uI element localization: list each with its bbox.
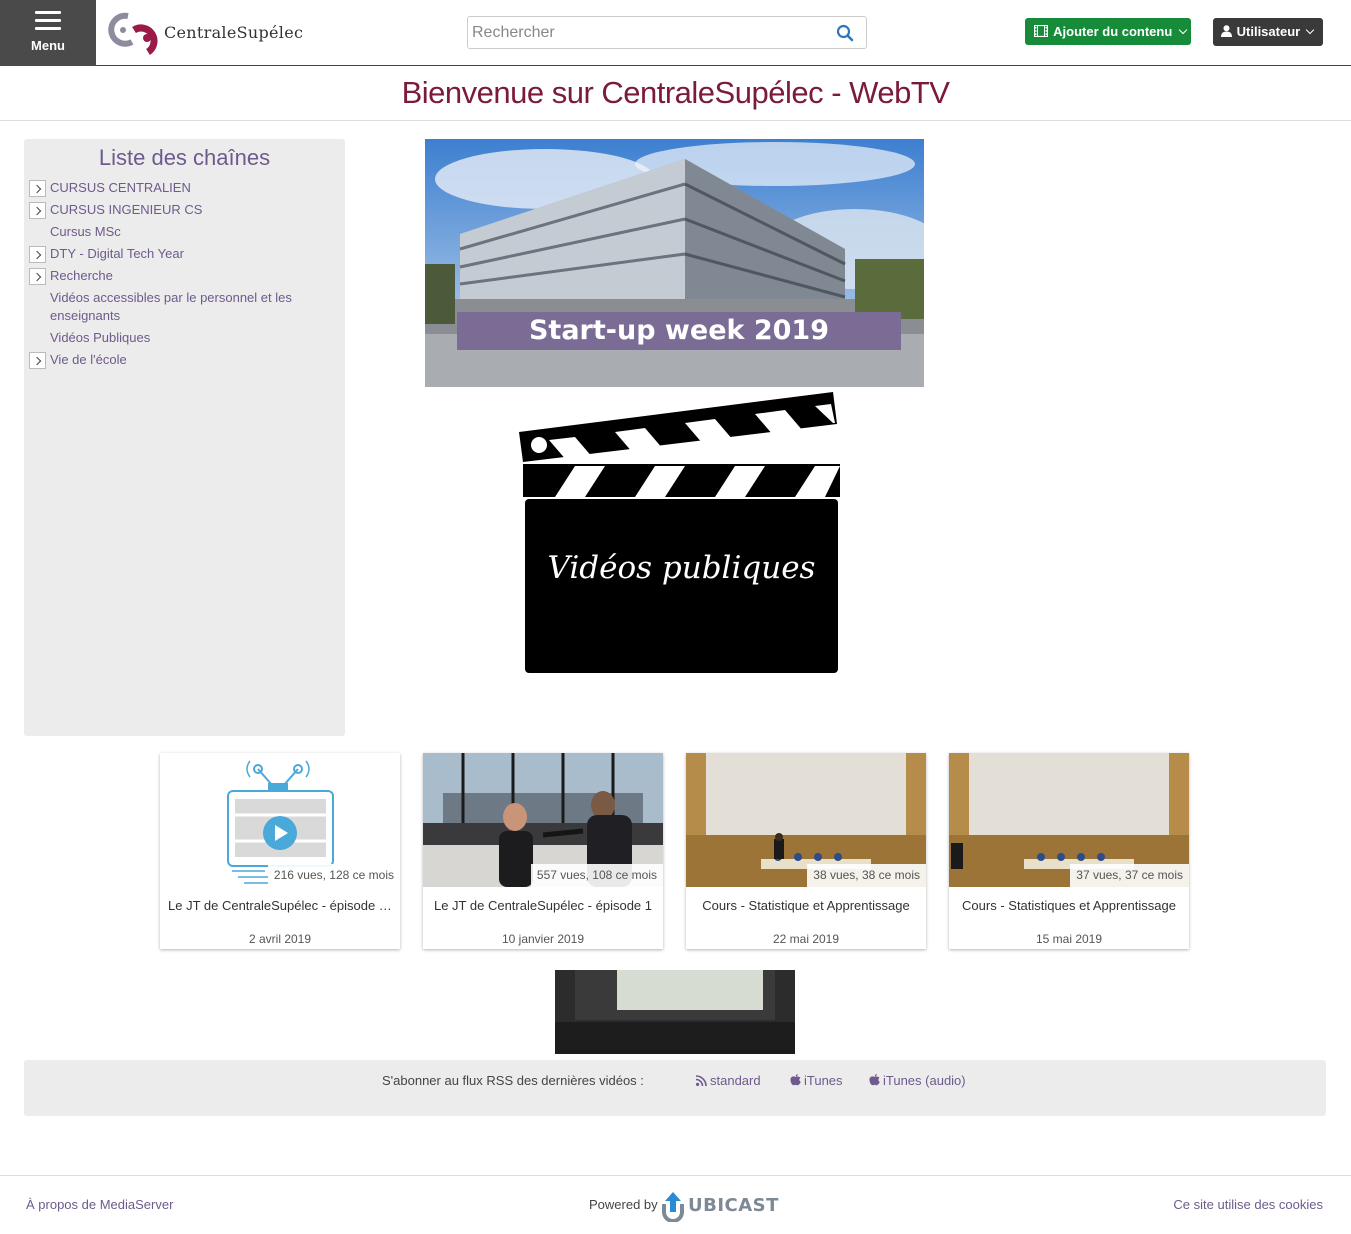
search-icon[interactable] xyxy=(836,24,854,42)
public-videos-banner[interactable]: Vidéos publiques xyxy=(515,390,845,675)
menu-button[interactable]: Menu xyxy=(0,0,96,66)
ubicast-logo[interactable]: UBICAST xyxy=(660,1192,778,1225)
video-date: 15 mai 2019 xyxy=(1035,932,1103,946)
centralesupelec-logo-mark xyxy=(108,12,158,55)
about-mediaserver-link[interactable]: À propos de MediaServer xyxy=(26,1197,173,1212)
video-views: 557 vues, 108 ce mois xyxy=(530,864,663,887)
rss-icon xyxy=(695,1075,707,1087)
rss-subscribe-bar: S'abonner au flux RSS des dernières vidé… xyxy=(24,1060,1326,1116)
chevron-down-icon xyxy=(1178,25,1188,35)
video-card[interactable]: 216 vues, 128 ce mois Le JT de CentraleS… xyxy=(160,753,400,949)
centralesupelec-logo[interactable]: CentraleSupélec xyxy=(108,8,308,58)
search-input[interactable] xyxy=(472,21,832,44)
channel-item-recherche[interactable]: Recherche xyxy=(29,267,113,286)
video-views: 216 vues, 128 ce mois xyxy=(267,864,400,887)
film-icon xyxy=(1033,24,1049,38)
search-box xyxy=(467,16,867,49)
page-footer: À propos de MediaServer Powered by UBICA… xyxy=(0,1175,1351,1234)
add-content-label: Ajouter du contenu xyxy=(1053,24,1173,39)
rss-standard-label: standard xyxy=(710,1073,761,1088)
channel-list-panel: Liste des chaînes CURSUS CENTRALIEN CURS… xyxy=(24,139,345,736)
video-views: 38 vues, 38 ce mois xyxy=(807,864,926,887)
channel-label: DTY - Digital Tech Year xyxy=(50,246,184,261)
projection-room-photo xyxy=(555,970,795,1054)
apple-icon xyxy=(790,1074,801,1086)
user-icon xyxy=(1221,25,1232,37)
logo-text: CentraleSupélec xyxy=(164,23,304,42)
video-card[interactable]: 37 vues, 37 ce mois Cours - Statistiques… xyxy=(949,753,1189,949)
rss-label: S'abonner au flux RSS des dernières vidé… xyxy=(382,1073,644,1088)
video-date: 22 mai 2019 xyxy=(772,932,840,946)
clapperboard-icon xyxy=(519,392,840,673)
video-title[interactable]: Cours - Statistiques et Apprentissage xyxy=(957,898,1181,913)
channel-label: Vidéos Publiques xyxy=(50,330,151,345)
channel-label: CURSUS INGENIEUR CS xyxy=(50,202,203,217)
itunes-label: iTunes xyxy=(804,1073,843,1088)
expand-chevron-icon[interactable] xyxy=(29,246,46,264)
channel-label: Cursus MSc xyxy=(50,224,121,239)
video-card-partial[interactable] xyxy=(555,970,795,1054)
public-videos-caption: Vidéos publiques xyxy=(547,550,816,586)
video-title[interactable]: Le JT de CentraleSupélec - épisode 1 xyxy=(431,898,655,913)
channel-item-cursus-ingenieur-cs[interactable]: CURSUS INGENIEUR CS xyxy=(29,201,203,220)
rss-standard-link[interactable]: standard xyxy=(695,1073,761,1088)
top-navbar: Menu CentraleSupélec Ajouter du contenu xyxy=(0,0,1351,66)
expand-chevron-icon[interactable] xyxy=(29,352,46,370)
menu-label: Menu xyxy=(31,38,65,53)
user-label: Utilisateur xyxy=(1236,24,1301,39)
page-title: Bienvenue sur CentraleSupélec - WebTV xyxy=(401,75,950,110)
channel-item-personnel-enseignants[interactable]: Vidéos accessibles par le personnel et l… xyxy=(50,289,310,325)
channel-list-title: Liste des chaînes xyxy=(98,145,271,170)
ubicast-arrow-icon xyxy=(662,1192,684,1223)
video-card[interactable]: 557 vues, 108 ce mois Le JT de CentraleS… xyxy=(423,753,663,949)
hamburger-icon xyxy=(35,11,61,35)
cookies-notice-link[interactable]: Ce site utilise des cookies xyxy=(1173,1197,1323,1212)
user-menu-button[interactable]: Utilisateur xyxy=(1213,18,1323,46)
add-content-button[interactable]: Ajouter du contenu xyxy=(1025,18,1191,45)
powered-by-label: Powered by xyxy=(589,1197,658,1212)
ubicast-brand-text: UBICAST xyxy=(688,1195,779,1216)
chevron-down-icon xyxy=(1305,25,1315,35)
channel-label: CURSUS CENTRALIEN xyxy=(50,180,191,195)
channel-item-vie-ecole[interactable]: Vie de l'école xyxy=(29,351,127,370)
channel-item-videos-publiques[interactable]: Vidéos Publiques xyxy=(50,329,310,347)
video-views: 37 vues, 37 ce mois xyxy=(1070,864,1189,887)
video-card[interactable]: 38 vues, 38 ce mois Cours - Statistique … xyxy=(686,753,926,949)
startup-week-banner[interactable]: Start-up week 2019 xyxy=(425,139,924,387)
video-date: 2 avril 2019 xyxy=(248,932,312,946)
channel-item-cursus-centralien[interactable]: CURSUS CENTRALIEN xyxy=(29,179,191,198)
expand-chevron-icon[interactable] xyxy=(29,180,46,198)
itunes-link[interactable]: iTunes xyxy=(790,1073,843,1088)
video-title[interactable]: Le JT de CentraleSupélec - épisode 3 - S… xyxy=(168,898,392,913)
startup-week-caption: Start-up week 2019 xyxy=(457,312,901,350)
welcome-banner: Bienvenue sur CentraleSupélec - WebTV xyxy=(0,66,1351,121)
channel-label: Recherche xyxy=(50,268,113,283)
channel-item-dty[interactable]: DTY - Digital Tech Year xyxy=(29,245,184,264)
channel-label: Vidéos accessibles par le personnel et l… xyxy=(50,290,292,323)
apple-icon xyxy=(869,1074,880,1086)
channel-item-cursus-msc[interactable]: Cursus MSc xyxy=(50,223,310,241)
channel-label: Vie de l'école xyxy=(50,352,127,367)
itunes-audio-link[interactable]: iTunes (audio) xyxy=(869,1073,966,1088)
video-title[interactable]: Cours - Statistique et Apprentissage xyxy=(694,898,918,913)
video-date: 10 janvier 2019 xyxy=(501,932,585,946)
itunes-audio-label: iTunes (audio) xyxy=(883,1073,966,1088)
expand-chevron-icon[interactable] xyxy=(29,268,46,286)
expand-chevron-icon[interactable] xyxy=(29,202,46,220)
